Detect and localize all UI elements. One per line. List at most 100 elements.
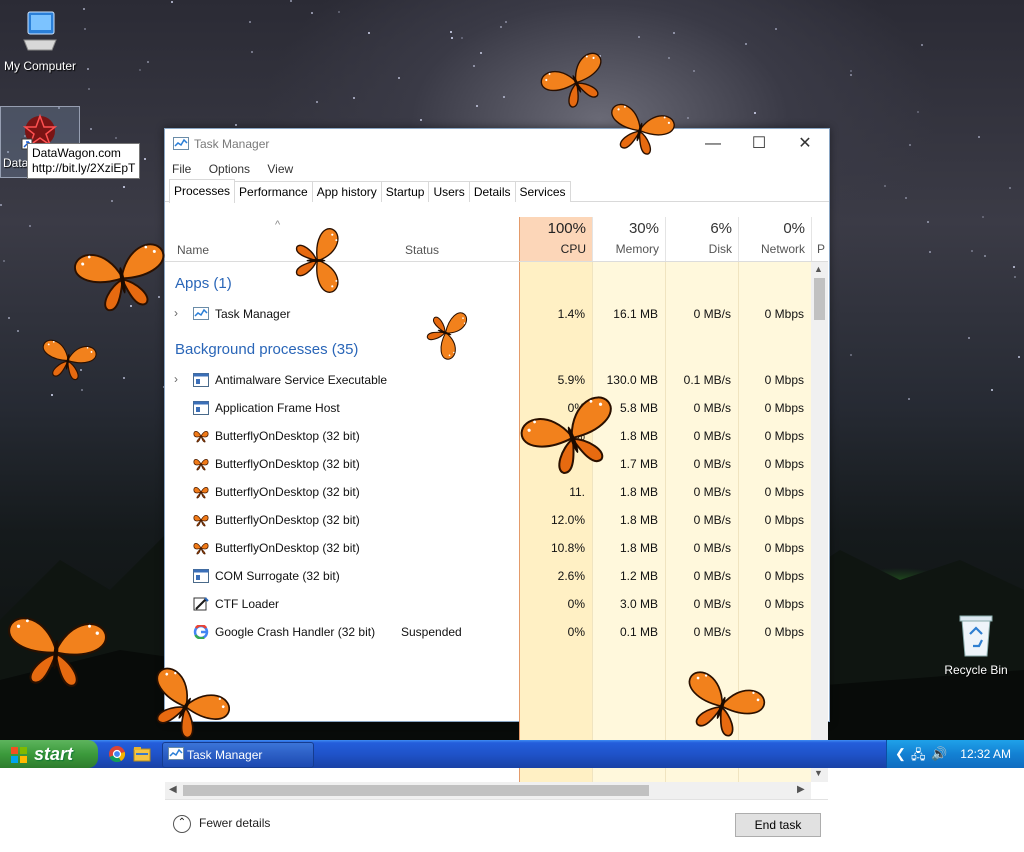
clock[interactable]: 12:32 AM xyxy=(960,747,1011,761)
process-row[interactable]: ButterflyOnDesktop (32 bit)9.3%1.8 MB0 M… xyxy=(165,422,811,450)
process-name: ButterflyOnDesktop (32 bit) xyxy=(215,429,360,443)
process-row[interactable]: › Task Manager 1.4% 16.1 MB 0 MB/s 0 Mbps xyxy=(165,300,811,328)
process-memory: 1.7 MB xyxy=(619,457,658,471)
process-row[interactable]: Application Frame Host 0% 5.8 MB 0 MB/s 0 Mb… xyxy=(165,394,811,422)
expand-chevron-icon[interactable]: › xyxy=(174,372,178,386)
tab-details[interactable]: Details xyxy=(468,181,516,202)
start-button[interactable]: start xyxy=(0,740,98,768)
cpu-total: 100% xyxy=(547,220,586,237)
column-header-row: ^ Name Status 100% CPU 30% Memory 6% Dis… xyxy=(165,217,828,262)
star xyxy=(450,31,452,33)
tab-performance[interactable]: Performance xyxy=(234,181,313,202)
column-header-cpu[interactable]: 100% CPU xyxy=(519,217,593,261)
process-disk: 0 MB/s xyxy=(693,307,731,321)
scroll-right-icon[interactable]: ▶ xyxy=(797,784,805,795)
minimize-button[interactable]: — xyxy=(690,129,736,159)
column-header-disk[interactable]: 6% Disk xyxy=(665,217,738,261)
close-button[interactable]: ✕ xyxy=(782,129,828,159)
star xyxy=(83,8,85,10)
window-title: Task Manager xyxy=(194,137,270,151)
column-header-power[interactable]: P xyxy=(811,217,829,261)
menu-file[interactable]: File xyxy=(172,159,191,179)
memory-total: 30% xyxy=(628,220,659,237)
star xyxy=(123,186,125,188)
service-icon xyxy=(193,569,209,583)
column-header-status[interactable]: Status xyxy=(405,243,439,257)
star xyxy=(982,216,984,218)
computer-icon xyxy=(23,11,57,51)
process-cpu: 5.9% xyxy=(557,373,585,387)
service-icon xyxy=(193,373,209,387)
hscroll-thumb[interactable] xyxy=(183,785,649,796)
star xyxy=(1013,266,1015,268)
scroll-thumb[interactable] xyxy=(814,278,825,320)
fewer-details-label: Fewer details xyxy=(199,816,271,831)
menu-view[interactable]: View xyxy=(267,159,293,179)
volume-icon[interactable]: 🔊 xyxy=(931,746,947,762)
star xyxy=(147,61,149,63)
group-header-apps[interactable]: Apps (1) xyxy=(175,275,232,292)
process-row[interactable]: ButterflyOnDesktop (32 bit) 1.7 MB 0 MB/s 0… xyxy=(165,450,811,478)
tab-processes[interactable]: Processes xyxy=(169,179,236,203)
column-header-network[interactable]: 0% Network xyxy=(738,217,811,261)
process-cpu: 11. xyxy=(569,485,585,499)
process-row[interactable]: ButterflyOnDesktop (32 bit) 11. 1.8 MB 0 MB… xyxy=(165,478,811,506)
fewer-details-button[interactable]: ⌃ Fewer details xyxy=(173,815,270,833)
memory-label: Memory xyxy=(615,242,659,256)
process-cpu: 2.6% xyxy=(557,569,585,583)
process-row[interactable]: CTF Loader 0% 3.0 MB 0 MB/s 0 Mbps xyxy=(165,590,811,618)
process-network: 0 Mbps xyxy=(764,429,804,443)
menu-options[interactable]: Options xyxy=(209,159,250,179)
column-header-name[interactable]: Name xyxy=(177,243,209,257)
tray-expand-icon[interactable]: ❮ xyxy=(895,746,906,762)
network-icon[interactable]: 🖧 xyxy=(911,746,926,768)
process-row[interactable]: ButterflyOnDesktop (32 bit) 12.0% 1.8 MB 0 … xyxy=(165,506,811,534)
horizontal-scrollbar[interactable]: ◀ ▶ xyxy=(165,782,811,799)
process-disk: 0 MB/s xyxy=(693,429,731,443)
taskbar-task-manager-button[interactable]: Task Manager xyxy=(162,742,314,768)
title-bar[interactable]: Task Manager — ☐ ✕ xyxy=(165,129,829,159)
menu-bar: File Options View xyxy=(165,159,829,179)
butterfly-icon xyxy=(193,485,209,499)
recycle-bin-desktop-icon[interactable]: Recycle Bin xyxy=(940,612,1012,677)
scroll-up-icon[interactable]: ▲ xyxy=(814,264,823,274)
scroll-down-icon[interactable]: ▼ xyxy=(814,768,823,778)
butterfly-icon xyxy=(288,227,349,295)
process-name: ButterflyOnDesktop (32 bit) xyxy=(215,457,360,471)
process-row[interactable]: › Antimalware Service Executable 5.9% 130.0… xyxy=(165,366,811,394)
tooltip-line: http://bit.ly/2XziEpT xyxy=(32,161,136,175)
process-row[interactable]: COM Surrogate (32 bit) 2.6% 1.2 MB 0 MB/s 0 … xyxy=(165,562,811,590)
star xyxy=(775,28,777,30)
star xyxy=(673,32,675,34)
desktop-icon-label: Recycle Bin xyxy=(944,663,1008,677)
vertical-scrollbar[interactable]: ▲ ▼ xyxy=(811,262,828,782)
group-header-background[interactable]: Background processes (35) xyxy=(175,341,358,358)
star xyxy=(353,97,355,99)
process-network: 0 Mbps xyxy=(764,307,804,321)
chrome-icon[interactable] xyxy=(108,745,126,763)
process-row[interactable]: Google Crash Handler (32 bit) Suspended 0%… xyxy=(165,618,811,646)
process-name: CTF Loader xyxy=(215,597,280,611)
end-task-button[interactable]: End task xyxy=(735,813,821,837)
process-disk: 0 MB/s xyxy=(693,597,731,611)
explorer-icon[interactable] xyxy=(133,745,151,763)
process-network: 0 Mbps xyxy=(764,541,804,555)
process-network: 0 Mbps xyxy=(764,513,804,527)
column-header-memory[interactable]: 30% Memory xyxy=(592,217,665,261)
expand-chevron-icon[interactable]: › xyxy=(174,306,178,320)
butterfly-icon xyxy=(193,429,209,443)
star xyxy=(451,37,453,39)
tab-startup[interactable]: Startup xyxy=(380,181,430,202)
process-row[interactable]: ButterflyOnDesktop (32 bit) 10.8% 1.8 MB 0 … xyxy=(165,534,811,562)
star xyxy=(638,36,640,38)
my-computer-desktop-icon[interactable]: My Computer xyxy=(2,10,78,73)
process-memory: 1.8 MB xyxy=(619,541,658,555)
maximize-button[interactable]: ☐ xyxy=(736,129,782,159)
star xyxy=(171,1,173,3)
tab-services[interactable]: Services xyxy=(514,181,571,202)
star xyxy=(754,112,756,114)
tab-app-history[interactable]: App history xyxy=(311,181,382,202)
star xyxy=(8,317,10,319)
scroll-left-icon[interactable]: ◀ xyxy=(169,784,177,795)
tab-users[interactable]: Users xyxy=(428,181,470,202)
